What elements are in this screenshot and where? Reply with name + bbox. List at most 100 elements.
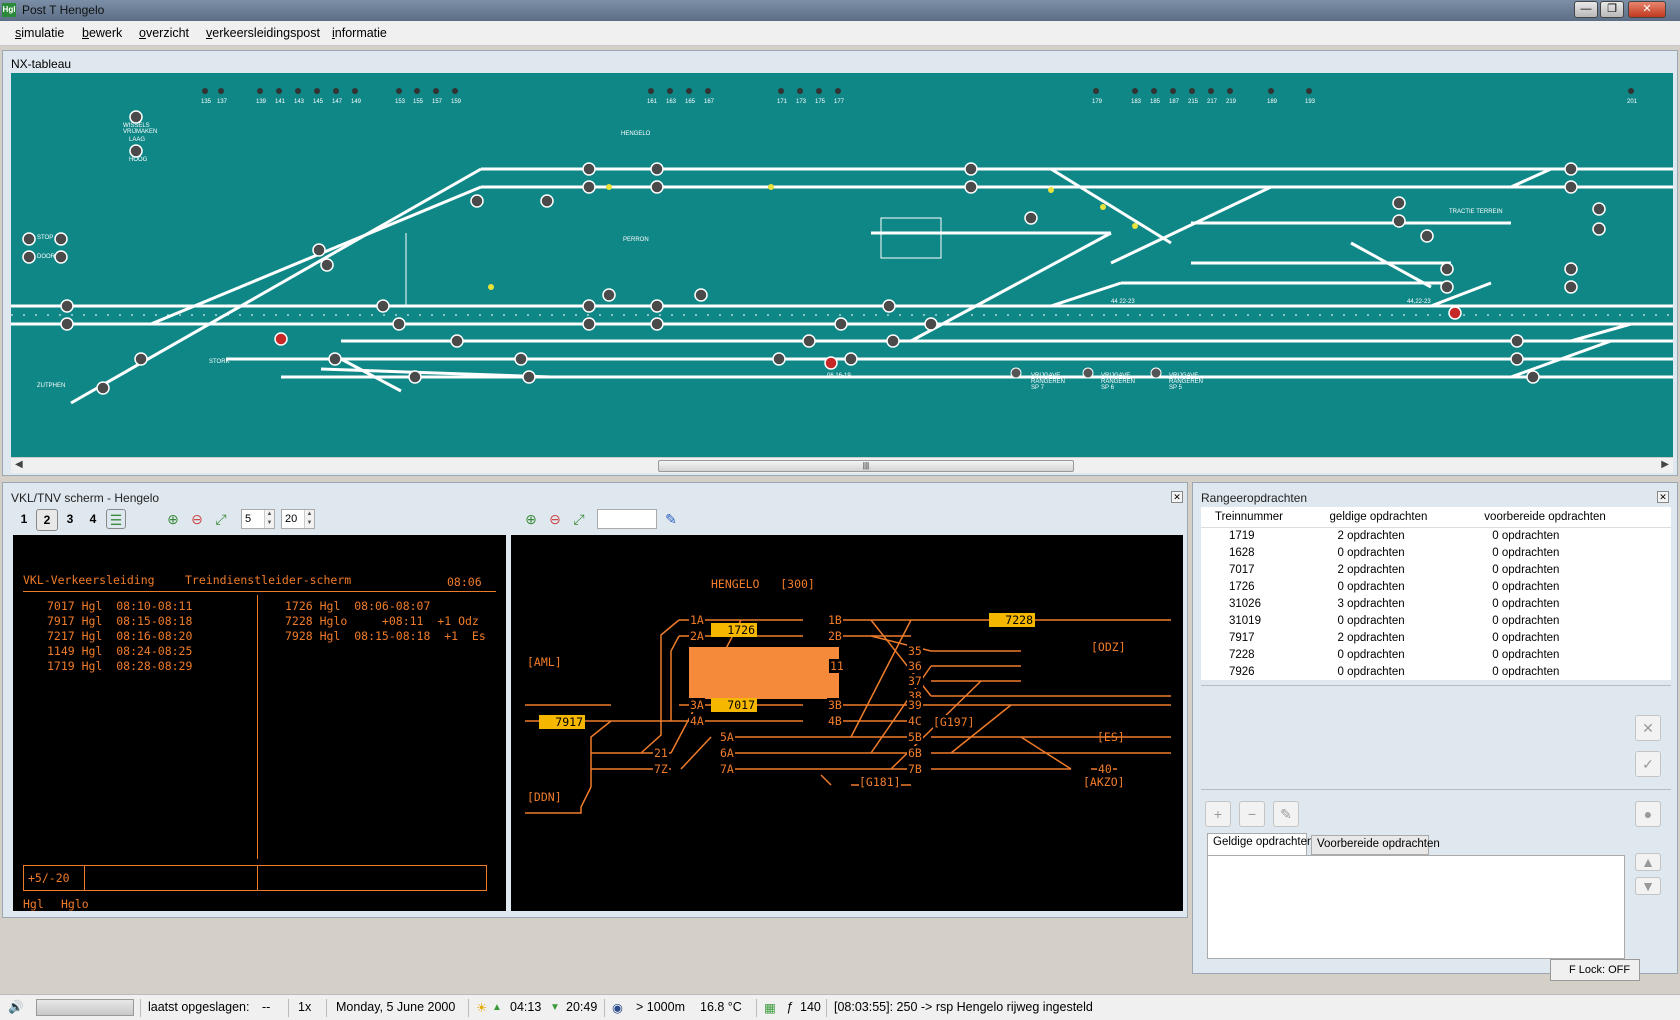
maximize-button[interactable]: ❐	[1600, 1, 1624, 18]
f-lock-indicator[interactable]: F Lock: OFF	[1550, 959, 1640, 981]
table-cell: 0 opdrachten	[1337, 665, 1405, 678]
close-icon[interactable]: ✕	[1657, 491, 1669, 503]
delete-button[interactable]: ✕	[1635, 715, 1661, 741]
tab-2[interactable]: 2	[36, 509, 58, 531]
interval-stepper-2[interactable]: 20 ▲ ▼	[281, 509, 315, 529]
stepper-arrows-icon[interactable]: ▲ ▼	[264, 510, 274, 528]
track-board[interactable]: HENGELO PERRON ZUTPHEN STORK LAAG HOOG S…	[11, 73, 1673, 457]
vkl-header-mid: Treindienstleider-scherm	[185, 573, 352, 587]
minimize-button[interactable]: —	[1574, 1, 1598, 18]
track-label: 6B	[907, 746, 923, 760]
zoom-in-icon[interactable]: ⊕	[163, 509, 183, 529]
person-button[interactable]: ●	[1635, 801, 1661, 827]
tab-voorbereide[interactable]: Voorbereide opdrachten	[1311, 835, 1440, 855]
table-cell: 31019	[1229, 614, 1261, 627]
rangeer-table: Treinnummer geldige opdrachten voorberei…	[1201, 507, 1671, 680]
visibility: > 1000m	[636, 1000, 685, 1014]
table-row[interactable]: 7017 2 opdrachten 0 opdrachten	[1201, 561, 1671, 578]
sim-speed[interactable]: 1x	[298, 1000, 311, 1014]
sunset-arrow-icon: ▼	[550, 1002, 560, 1013]
horizontal-scrollbar[interactable]: ◀ ||| ▶	[11, 457, 1673, 473]
table-row[interactable]: 7917 2 opdrachten 0 opdrachten	[1201, 629, 1671, 646]
track-label: 1B	[827, 613, 843, 627]
zoom-in-icon[interactable]: ⊕	[521, 509, 541, 529]
column-header[interactable]: voorbereide opdrachten	[1480, 507, 1671, 528]
scroll-left-icon[interactable]: ◀	[15, 459, 23, 470]
divider	[84, 866, 85, 890]
zoom-out-icon[interactable]: ⊖	[545, 509, 565, 529]
interval-stepper-1[interactable]: 5 ▲ ▼	[241, 509, 275, 529]
list-item[interactable]: 1719 Hgl 08:28-08:29	[47, 659, 192, 673]
sun-icon: ☀	[476, 1001, 488, 1015]
menu-verkeersleidingspost[interactable]: verkeersleidingspost	[206, 26, 320, 40]
menu-bewerk[interactable]: bewerk	[82, 26, 122, 40]
signal-number: 145	[313, 99, 324, 105]
sunrise-time: 04:13	[510, 1000, 542, 1014]
add-button[interactable]: +	[1205, 801, 1231, 827]
signal-number: 175	[815, 99, 826, 105]
footer-station-a: Hgl	[23, 897, 44, 911]
list-item[interactable]: 7217 Hgl 08:16-08:20	[47, 629, 192, 643]
list-item[interactable]: 7928 Hgl 08:15-08:18 +1 Es	[285, 629, 486, 643]
train-box-7017[interactable]: 7017	[711, 698, 757, 712]
close-icon[interactable]: ✕	[1171, 491, 1183, 503]
column-header[interactable]: geldige opdrachten	[1325, 507, 1481, 528]
table-row[interactable]: 1628 0 opdrachten 0 opdrachten	[1201, 544, 1671, 561]
track-label: 40	[1097, 762, 1113, 776]
edit-button[interactable]: ✎	[1273, 801, 1299, 827]
scrollbar-thumb[interactable]: |||	[658, 460, 1074, 472]
track-label: 35	[907, 644, 923, 658]
tab-geldige[interactable]: Geldige opdrachten	[1207, 833, 1313, 855]
list-item[interactable]: 7017 Hgl 08:10-08:11	[47, 599, 192, 613]
table-cell: 1628	[1229, 546, 1255, 559]
opdrachten-list[interactable]	[1207, 855, 1625, 959]
remove-button[interactable]: −	[1239, 801, 1265, 827]
vkl-screen[interactable]: VKL-Verkeersleiding Treindienstleider-sc…	[13, 535, 506, 911]
table-row[interactable]: 7228 0 opdrachten 0 opdrachten	[1201, 646, 1671, 663]
signal-number: 163	[666, 99, 677, 105]
table-cell: 0 opdrachten	[1337, 648, 1405, 661]
train-box-7228[interactable]: 7228	[989, 613, 1035, 627]
train-search-input[interactable]	[597, 509, 657, 529]
table-row[interactable]: 31026 3 opdrachten 0 opdrachten	[1201, 595, 1671, 612]
list-item[interactable]: 1726 Hgl 08:06-08:07	[285, 599, 430, 613]
tab-4[interactable]: 4	[82, 509, 104, 531]
menu-simulatie[interactable]: simulatie	[15, 26, 64, 40]
list-item[interactable]: 1149 Hgl 08:24-08:25	[47, 644, 192, 658]
train-box-7917[interactable]: 7917	[539, 715, 585, 729]
move-down-button[interactable]: ▼	[1635, 877, 1661, 895]
tnv-screen[interactable]: HENGELO [300] [AML] [ODZ] [ES] [DDN] [AK…	[511, 535, 1183, 911]
track-label: 4B	[827, 714, 843, 728]
table-cell: 2 opdrachten	[1337, 529, 1405, 542]
fit-icon[interactable]: ⤢	[569, 509, 589, 529]
divider	[1201, 789, 1671, 790]
confirm-button[interactable]: ✓	[1635, 751, 1661, 777]
scroll-right-icon[interactable]: ▶	[1661, 459, 1669, 470]
menu-overzicht[interactable]: overzicht	[139, 26, 189, 40]
divider	[468, 999, 469, 1017]
table-row[interactable]: 7926 0 opdrachten 0 opdrachten	[1201, 663, 1671, 680]
zoom-out-icon[interactable]: ⊖	[187, 509, 207, 529]
tab-1[interactable]: 1	[13, 509, 35, 531]
label-vrijgave-sp5: VRIJGAVE RANGEREN SP 5	[1169, 373, 1204, 391]
speaker-icon[interactable]: 🔊	[8, 1000, 24, 1015]
column-header[interactable]: Treinnummer	[1201, 507, 1326, 528]
close-button[interactable]: ✕	[1628, 1, 1666, 18]
menu-informatie[interactable]: informatie	[332, 26, 387, 40]
list-item[interactable]: 7917 Hgl 08:15-08:18	[47, 614, 192, 628]
table-row[interactable]: 1726 0 opdrachten 0 opdrachten	[1201, 578, 1671, 595]
tab-3[interactable]: 3	[59, 509, 81, 531]
table-row[interactable]: 31019 0 opdrachten 0 opdrachten	[1201, 612, 1671, 629]
block-g197: [G197]	[933, 715, 975, 729]
panel-title: NX-tableau	[11, 57, 72, 71]
edit-keyboard-icon[interactable]: ✎	[661, 509, 681, 529]
table-row[interactable]: 1719 2 opdrachten 0 opdrachten	[1201, 527, 1671, 544]
stepper-arrows-icon[interactable]: ▲ ▼	[304, 510, 314, 528]
fit-icon[interactable]: ⤢	[211, 509, 231, 529]
list-item[interactable]: 7228 Hglo +08:11 +1 Odz	[285, 614, 479, 628]
list-icon[interactable]: ☰	[106, 509, 126, 529]
train-box-1726[interactable]: 1726	[711, 623, 757, 637]
dest-ddn: [DDN]	[527, 790, 562, 804]
move-up-button[interactable]: ▲	[1635, 853, 1661, 871]
command-box[interactable]: +5/-20	[23, 865, 487, 891]
